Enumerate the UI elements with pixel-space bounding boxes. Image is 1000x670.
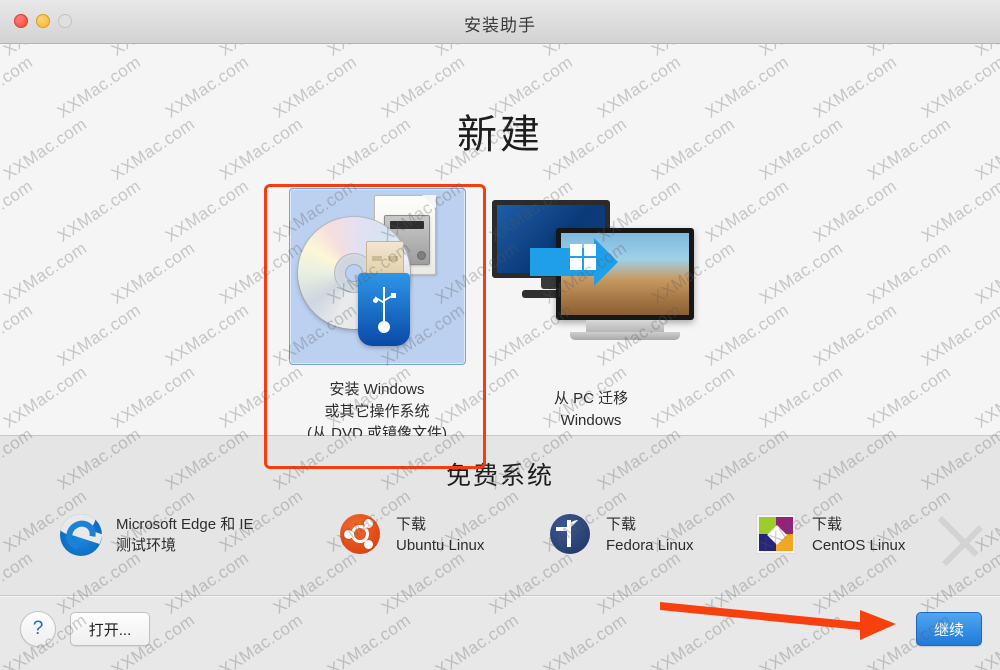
ubuntu-icon	[340, 514, 382, 556]
label-line-1: 下载	[606, 516, 637, 533]
window-title: 安装助手	[464, 16, 536, 35]
option-tiles: 安装 Windows 或其它操作系统 (从 DVD 或镜像文件) 从 PC 迁移…	[0, 144, 1000, 469]
option-line-1: 安装 Windows	[329, 381, 425, 398]
label-line-2: 测试环境	[116, 537, 177, 554]
usb-drive-icon	[357, 241, 410, 346]
imac-chin	[586, 320, 664, 332]
free-system-item-centos[interactable]: 下载 CentOS Linux	[756, 514, 905, 556]
free-systems-list: Microsoft Edge 和 IE 测试环境 下载 Ubuntu Linux	[0, 514, 1000, 584]
usb-symbol-icon	[372, 287, 396, 333]
option-install-windows[interactable]: 安装 Windows 或其它操作系统 (从 DVD 或镜像文件)	[264, 144, 490, 445]
option-line-2: 或其它操作系统	[324, 403, 430, 420]
label-line-1: 下载	[396, 516, 427, 533]
free-system-label: 下载 Fedora Linux	[606, 514, 694, 556]
install-windows-thumbnail	[288, 188, 466, 365]
new-vm-section: 新建 安装 Windows 或其它操作系统 (从 DVD 或镜像文件) 从 PC…	[0, 44, 1000, 469]
label-line-1: Microsoft Edge 和 IE	[116, 516, 254, 533]
pc-to-mac-migration-icon	[486, 186, 696, 366]
option-line-2: Windows	[560, 412, 622, 429]
continue-button[interactable]: 继续	[916, 612, 982, 646]
label-line-1: 下载	[812, 516, 843, 533]
free-system-item-ubuntu[interactable]: 下载 Ubuntu Linux	[340, 514, 484, 556]
open-button[interactable]: 打开...	[70, 612, 150, 646]
option-line-1: 从 PC 迁移	[553, 390, 629, 407]
cd-usb-disk-icon	[290, 189, 465, 364]
window-titlebar: 安装助手	[0, 0, 1000, 44]
free-system-label: 下载 CentOS Linux	[812, 514, 905, 556]
free-system-label: 下载 Ubuntu Linux	[396, 514, 484, 556]
windows-logo-icon	[570, 244, 596, 270]
label-line-2: Fedora Linux	[606, 537, 694, 554]
centos-icon	[756, 514, 798, 556]
imac-foot	[570, 332, 680, 340]
free-systems-section: 免费系统 Microsoft Edge 和 IE 测试环境 下载 Ubuntu …	[0, 436, 1000, 596]
installation-assistant-window: 安装助手 新建 安装 Windows 或其它操作系统 (从 DVD 或镜像文件)…	[0, 0, 1000, 670]
free-system-item-fedora[interactable]: 下载 Fedora Linux	[550, 514, 694, 556]
free-systems-title: 免费系统	[445, 462, 554, 490]
edge-icon	[60, 514, 102, 556]
free-system-label: Microsoft Edge 和 IE 测试环境	[116, 514, 254, 556]
migrate-thumbnail	[486, 186, 696, 366]
free-system-item-edge[interactable]: Microsoft Edge 和 IE 测试环境	[60, 514, 254, 556]
fedora-icon	[550, 514, 592, 556]
label-line-2: CentOS Linux	[812, 537, 906, 554]
chevron-right-icon[interactable]	[938, 496, 984, 582]
option-migrate-from-pc[interactable]: 从 PC 迁移 Windows	[478, 156, 704, 432]
migrate-label: 从 PC 迁移 Windows	[478, 388, 704, 432]
dialog-footer: ? 打开... 继续	[0, 597, 1000, 670]
help-button[interactable]: ?	[20, 611, 56, 647]
label-line-2: Ubuntu Linux	[396, 537, 485, 554]
